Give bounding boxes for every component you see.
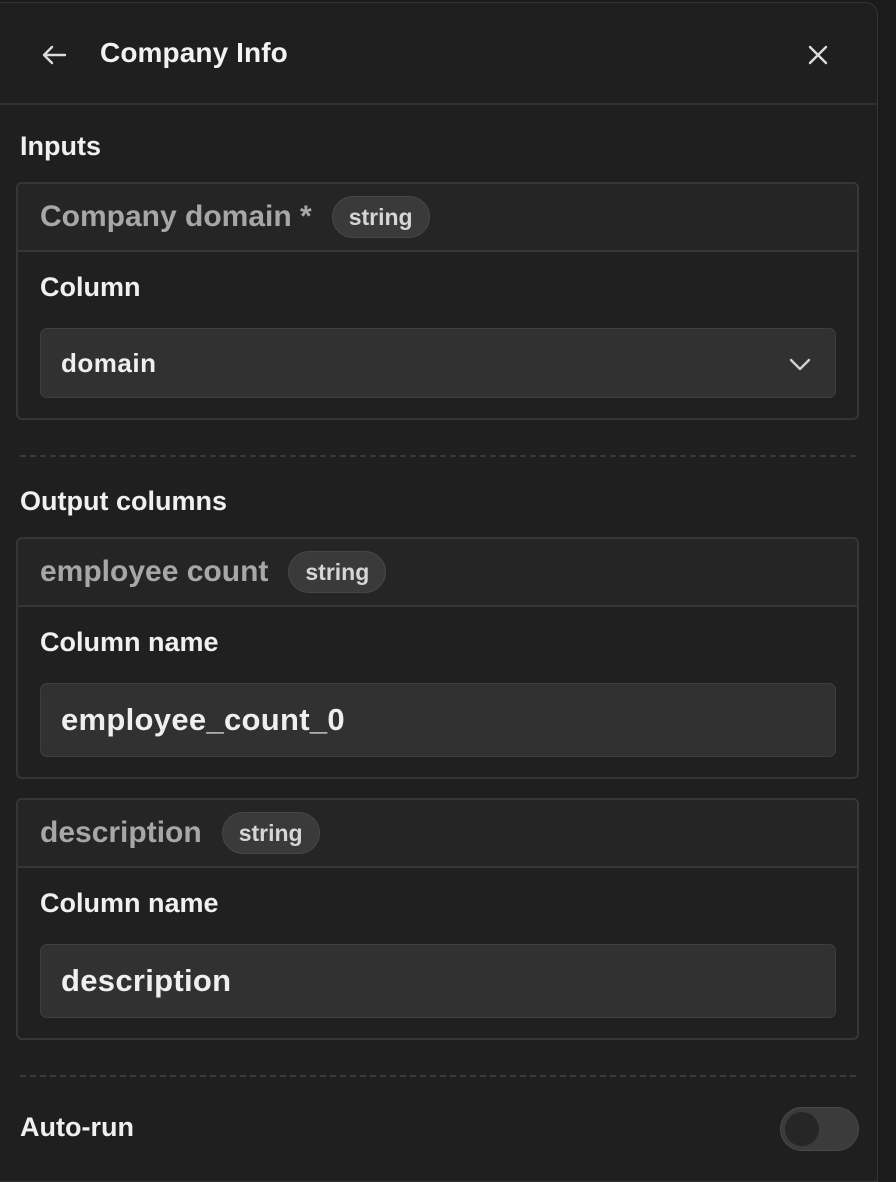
- output-columns-title: Output columns: [20, 486, 227, 516]
- close-icon: [808, 45, 828, 65]
- type-badge: string: [331, 196, 430, 238]
- input-card-company-domain: Company domain * string Column domain: [16, 182, 859, 420]
- input-card-header: Company domain * string: [18, 184, 857, 252]
- autorun-toggle[interactable]: [780, 1107, 859, 1151]
- output-name: employee count: [40, 555, 269, 588]
- inputs-section-title: Inputs: [20, 131, 101, 161]
- autorun-label: Auto-run: [20, 1112, 134, 1142]
- column-label: Column: [40, 272, 141, 302]
- section-divider: [20, 455, 856, 457]
- column-name-label: Column name: [40, 888, 219, 918]
- section-divider: [20, 1075, 856, 1077]
- column-name-input[interactable]: description: [40, 944, 836, 1018]
- close-button[interactable]: [800, 37, 836, 73]
- panel-title: Company Info: [100, 37, 288, 68]
- column-select[interactable]: domain: [40, 328, 836, 398]
- output-name: description: [40, 816, 202, 849]
- back-button[interactable]: [34, 37, 74, 73]
- input-name: Company domain *: [40, 200, 312, 233]
- output-card-header: description string: [18, 800, 857, 868]
- column-name-label: Column name: [40, 627, 219, 657]
- chevron-down-icon: [789, 358, 811, 371]
- type-badge: string: [288, 551, 387, 593]
- output-card-header: employee count string: [18, 539, 857, 607]
- toggle-knob: [785, 1112, 819, 1146]
- panel-header: Company Info: [0, 3, 877, 105]
- column-select-value: domain: [61, 347, 157, 378]
- output-card-description: description string Column name descripti…: [16, 798, 859, 1040]
- type-badge: string: [221, 812, 320, 854]
- column-name-input[interactable]: employee_count_0: [40, 683, 836, 757]
- arrow-left-icon: [42, 45, 67, 65]
- output-card-employee-count: employee count string Column name employ…: [16, 537, 859, 779]
- company-info-panel: Company Info Inputs Company domain * str…: [0, 2, 878, 1182]
